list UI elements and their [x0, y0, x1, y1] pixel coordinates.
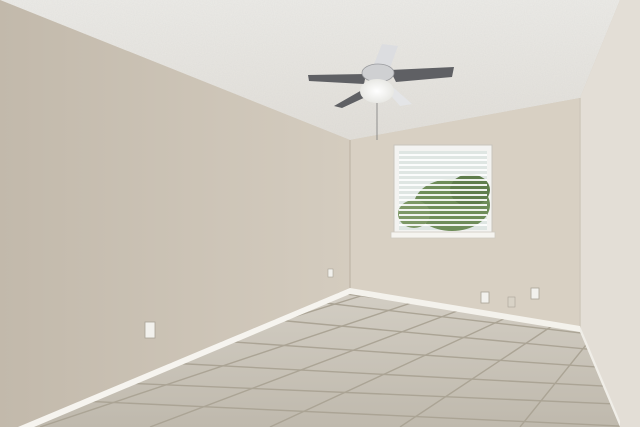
window — [390, 144, 496, 239]
fan-light — [360, 79, 394, 103]
outlet-left-wall — [144, 321, 156, 339]
outlet-back-wall-3 — [507, 296, 516, 308]
outlet-back-wall-1 — [480, 291, 490, 304]
outlet-back-wall-2 — [530, 287, 540, 300]
window-sill — [390, 231, 496, 239]
room-photo — [0, 0, 640, 427]
window-blinds — [399, 154, 487, 226]
